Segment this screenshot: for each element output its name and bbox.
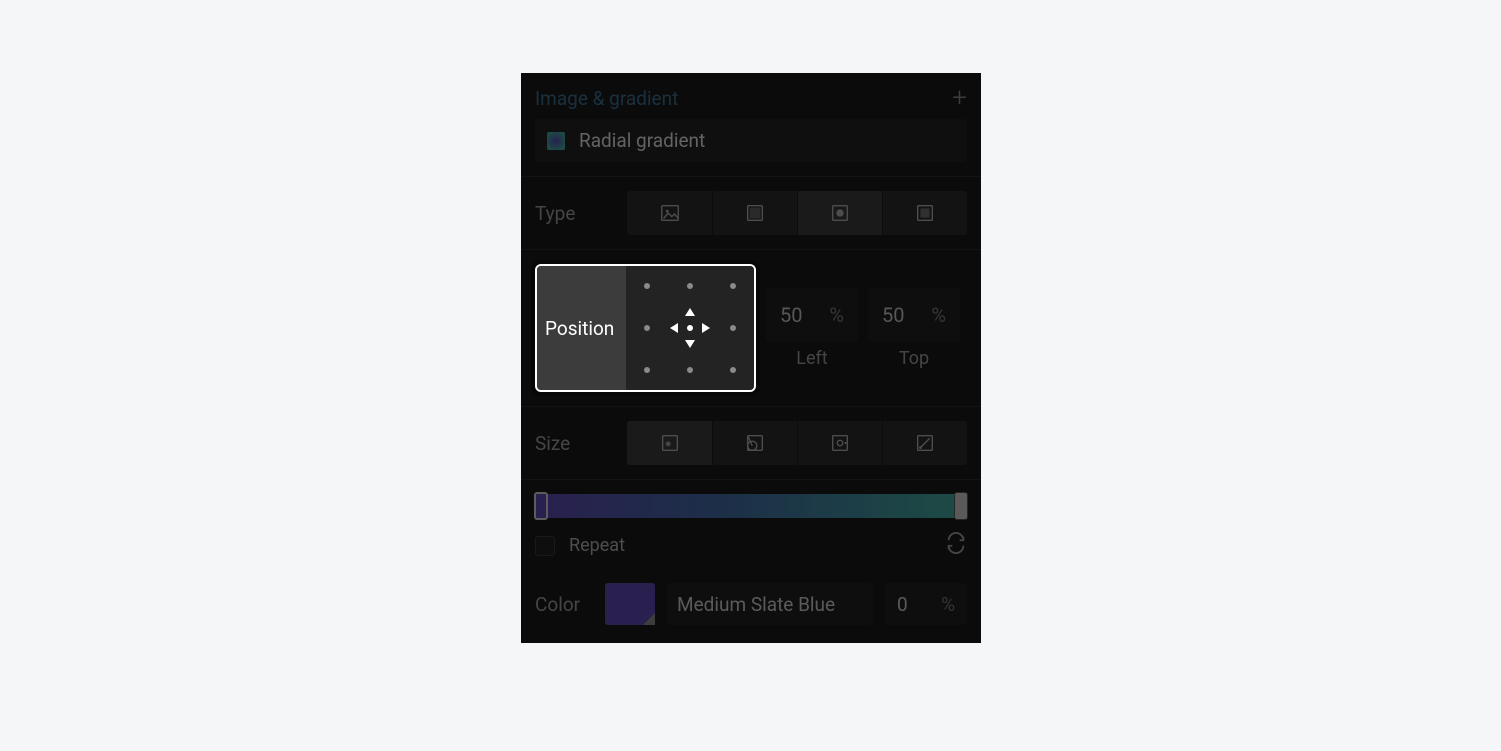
size-button-group — [627, 421, 967, 465]
arrow-down-icon — [685, 340, 695, 348]
section-header: Image & gradient + — [521, 73, 981, 119]
color-name-value: Medium Slate Blue — [677, 593, 835, 616]
position-top-value: 50 — [882, 303, 904, 327]
type-button-group — [627, 191, 967, 235]
anchor-bottom-center[interactable] — [687, 367, 693, 373]
position-top-label: Top — [899, 348, 929, 369]
position-anchor-grid[interactable] — [626, 266, 754, 390]
repeat-row: Repeat — [521, 528, 981, 573]
size-farthest-side-icon — [829, 432, 851, 454]
position-top-field: 50 % Top — [868, 288, 960, 369]
size-closest-corner-icon — [744, 432, 766, 454]
type-label: Type — [535, 202, 593, 225]
gradient-stop-right[interactable] — [954, 492, 968, 520]
color-name-input[interactable]: Medium Slate Blue — [667, 583, 873, 625]
anchor-top-center[interactable] — [687, 283, 693, 289]
position-left-field: 50 % Left — [766, 288, 858, 369]
anchor-bottom-left[interactable] — [644, 367, 650, 373]
position-left-unit: % — [829, 303, 844, 327]
position-inputs: 50 % Left 50 % Top — [766, 288, 960, 369]
size-farthest-corner-icon — [914, 432, 936, 454]
reverse-stops-icon[interactable] — [945, 532, 967, 559]
gradient-item[interactable]: Radial gradient — [535, 119, 967, 162]
repeat-label: Repeat — [569, 535, 625, 556]
type-row: Type — [521, 177, 981, 249]
position-row: Position — [521, 250, 981, 406]
color-stop-position-input[interactable]: 0 % — [885, 583, 967, 625]
add-icon[interactable]: + — [952, 85, 967, 111]
position-left-input[interactable]: 50 % — [766, 288, 858, 342]
type-option-radial[interactable] — [797, 191, 882, 235]
arrow-up-icon — [685, 308, 695, 316]
image-icon — [659, 202, 681, 224]
size-row: Size — [521, 407, 981, 479]
gradient-stop-left[interactable] — [534, 492, 548, 520]
repeat-checkbox[interactable] — [535, 536, 555, 556]
position-left-label: Left — [796, 348, 827, 369]
gradient-item-label: Radial gradient — [579, 129, 705, 152]
size-closest-side-icon — [659, 432, 681, 454]
size-option-closest-corner[interactable] — [712, 421, 797, 465]
position-control: Position — [535, 264, 756, 392]
anchor-top-left[interactable] — [644, 283, 650, 289]
arrow-left-icon — [670, 323, 678, 333]
position-left-value: 50 — [780, 303, 802, 327]
size-option-closest-side[interactable] — [627, 421, 712, 465]
position-top-unit: % — [931, 303, 946, 327]
gradient-preview-swatch — [547, 132, 565, 150]
anchor-middle-left[interactable] — [644, 325, 650, 331]
anchor-bottom-right[interactable] — [730, 367, 736, 373]
anchor-middle-right[interactable] — [730, 325, 736, 331]
type-option-linear[interactable] — [712, 191, 797, 235]
size-option-farthest-corner[interactable] — [882, 421, 967, 465]
color-stop-unit: % — [941, 593, 955, 616]
color-stop-value: 0 — [897, 593, 908, 616]
radial-gradient-icon — [829, 202, 851, 224]
position-top-input[interactable]: 50 % — [868, 288, 960, 342]
gradient-slider[interactable] — [535, 494, 967, 518]
divider — [521, 479, 981, 480]
size-option-farthest-side[interactable] — [797, 421, 882, 465]
size-label: Size — [535, 432, 593, 455]
linear-gradient-icon — [744, 202, 766, 224]
anchor-center[interactable] — [668, 306, 712, 350]
color-swatch[interactable] — [605, 583, 655, 625]
color-row: Color Medium Slate Blue 0 % — [521, 573, 981, 643]
position-label: Position — [537, 266, 626, 390]
solid-color-icon — [914, 202, 936, 224]
anchor-top-right[interactable] — [730, 283, 736, 289]
type-option-solid[interactable] — [882, 191, 967, 235]
type-option-image[interactable] — [627, 191, 712, 235]
arrow-right-icon — [702, 323, 710, 333]
section-title: Image & gradient — [535, 87, 678, 110]
center-dot-icon — [687, 325, 693, 331]
color-label: Color — [535, 593, 593, 616]
image-and-gradient-panel: Image & gradient + Radial gradient Type … — [521, 73, 981, 643]
